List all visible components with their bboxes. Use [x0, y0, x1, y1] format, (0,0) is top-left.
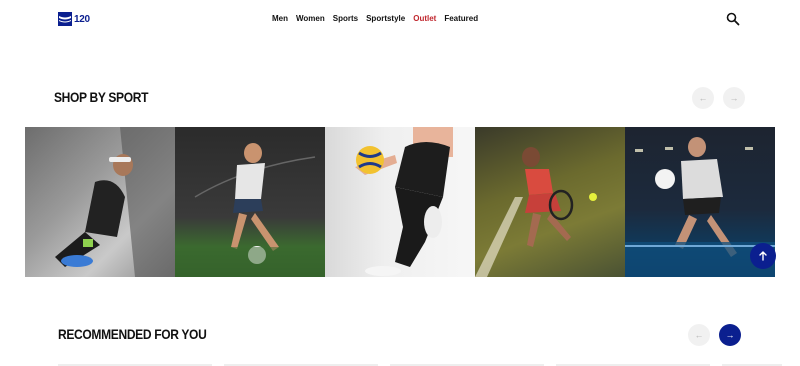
arrow-left-icon: ←: [698, 93, 708, 103]
arrow-up-icon: [759, 251, 767, 261]
arrow-right-icon: →: [729, 93, 739, 103]
sport-tile-tennis[interactable]: [475, 127, 625, 277]
recommended-next-button[interactable]: →: [719, 324, 741, 346]
running-athlete-image: [55, 127, 175, 277]
search-icon[interactable]: [726, 12, 740, 26]
football-player-image: [175, 143, 325, 277]
arrow-right-icon: →: [725, 330, 735, 340]
recommended-title: RECOMMENDED FOR YOU: [58, 326, 207, 342]
brand-logo-mark: [58, 12, 72, 26]
back-to-top-button[interactable]: [750, 243, 776, 269]
brand-logo-text: 120: [74, 13, 90, 25]
sport-tile-football[interactable]: [175, 127, 325, 277]
sport-tile-running[interactable]: [25, 127, 175, 277]
nav-item-featured[interactable]: Featured: [444, 14, 478, 23]
tennis-player-image: [475, 147, 597, 277]
shop-by-sport-title: SHOP BY SPORT: [54, 89, 149, 105]
nav-item-sportstyle[interactable]: Sportstyle: [366, 14, 405, 23]
recommended-prev-button[interactable]: ←: [688, 324, 710, 346]
arrow-left-icon: ←: [694, 330, 704, 340]
shop-by-sport-next-button[interactable]: →: [723, 87, 745, 109]
brand-logo[interactable]: 120: [58, 12, 90, 26]
shop-by-sport-prev-button[interactable]: ←: [692, 87, 714, 109]
nav-item-men[interactable]: Men: [272, 14, 288, 23]
sport-carousel: [25, 127, 775, 277]
main-nav: Men Women Sports Sportstyle Outlet Featu…: [272, 14, 486, 23]
site-header: 120 Men Women Sports Sportstyle Outlet F…: [0, 0, 800, 40]
nav-item-sports[interactable]: Sports: [333, 14, 358, 23]
nav-item-women[interactable]: Women: [296, 14, 325, 23]
sport-tile-volleyball[interactable]: [325, 127, 475, 277]
volleyball-player-image: [355, 127, 453, 276]
nav-item-outlet[interactable]: Outlet: [413, 14, 436, 23]
